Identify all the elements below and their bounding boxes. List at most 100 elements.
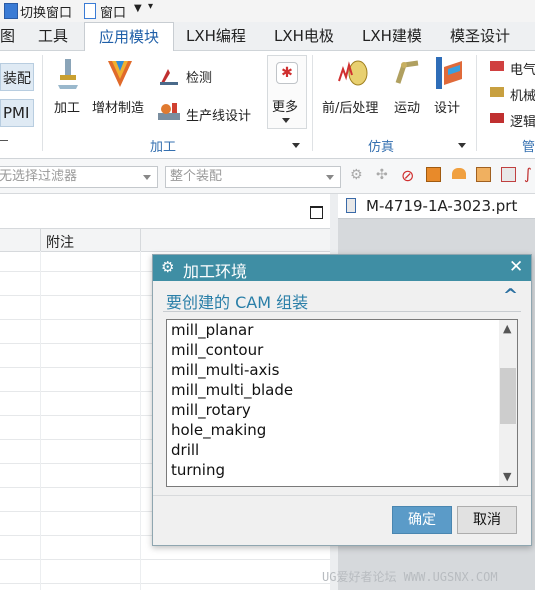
scroll-up-icon[interactable]: ▲ (503, 322, 511, 335)
body-icon[interactable] (476, 167, 491, 182)
tab-tools[interactable]: 工具 (38, 22, 74, 50)
title-strip: 切换窗口 窗口 ▼ ▾ (0, 0, 535, 22)
more-icon: ✱ (276, 62, 298, 84)
cam-setup-list[interactable]: mill_planar mill_contour mill_multi-axis… (166, 319, 518, 487)
column-divider (140, 229, 141, 251)
switch-window-button[interactable]: 切换窗口 (20, 2, 72, 21)
production-line-icon (158, 101, 180, 121)
close-icon[interactable]: ✕ (509, 257, 523, 277)
window-menu-button[interactable]: 窗口 (100, 2, 126, 21)
pmi-button[interactable]: PMI (0, 99, 34, 127)
list-item[interactable]: drill (171, 441, 199, 459)
maximize-icon[interactable] (310, 206, 323, 219)
prepost-button[interactable]: 前/后处理 (322, 97, 378, 116)
tab-mold-design[interactable]: 模圣设计 (450, 22, 520, 50)
group-machining-dropdown-icon[interactable] (292, 143, 300, 148)
tab-lxh-programming[interactable]: LXH编程 (186, 22, 256, 50)
inspect-button[interactable]: 检测 (186, 67, 212, 86)
more-button[interactable]: ✱ 更多 (267, 55, 307, 129)
ribbon-separator (476, 55, 477, 151)
table-row (0, 563, 330, 584)
more-label: 更多 (272, 100, 299, 115)
footer-divider (153, 495, 531, 496)
tab-application[interactable]: 应用模块 (84, 22, 174, 52)
chevron-down-icon[interactable]: ▼ (134, 3, 142, 14)
design-button[interactable]: 设计 (434, 97, 460, 116)
file-tab-label: M-4719-1A-3023.prt (366, 197, 518, 215)
snap-icon[interactable]: ⚙ (350, 167, 363, 183)
design-icon (434, 57, 464, 89)
electrical-icon (490, 61, 504, 71)
type-filter-value: 无选择过滤器 (0, 169, 78, 184)
snap-point-icon[interactable]: ✣ (376, 167, 388, 183)
list-item[interactable]: mill_multi-axis (171, 361, 279, 379)
list-item[interactable]: mill_contour (171, 341, 263, 359)
section-divider (163, 311, 521, 312)
scroll-thumb[interactable] (500, 368, 516, 424)
expand-icon[interactable] (0, 140, 8, 141)
section-title[interactable]: 要创建的 CAM 组装 (166, 289, 308, 313)
chevron-down-icon (143, 175, 151, 180)
face-icon[interactable] (452, 168, 466, 179)
assembly-button[interactable]: 装配 (0, 63, 34, 91)
type-filter-select[interactable]: 无选择过滤器 (0, 166, 158, 188)
window-icon (4, 3, 18, 19)
scope-filter-select[interactable]: 整个装配 (165, 166, 341, 188)
component-icon[interactable] (501, 167, 516, 182)
prepost-icon (338, 59, 368, 87)
additive-button[interactable]: 增材制造 (92, 97, 144, 116)
motion-button[interactable]: 运动 (394, 97, 420, 116)
logic-button[interactable]: 逻辑 (510, 111, 535, 130)
part-file-icon (346, 198, 356, 213)
file-tab[interactable]: M-4719-1A-3023.prt (338, 194, 535, 219)
production-line-button[interactable]: 生产线设计 (186, 105, 251, 124)
collapse-icon[interactable]: ^ (503, 285, 518, 306)
list-item[interactable]: mill_planar (171, 321, 253, 339)
column-note-header[interactable]: 附注 (46, 232, 74, 252)
machining-button[interactable]: 加工 (54, 97, 80, 116)
list-scrollbar[interactable]: ▲ ▼ (499, 320, 517, 486)
list-item[interactable]: hole_making (171, 421, 266, 439)
menu-bar: 图 工具 应用模块 LXH编程 LXH电极 LXH建模 模圣设计 (0, 22, 535, 52)
motion-icon (394, 59, 422, 87)
ribbon: 装配 PMI 加工 增材制造 检测 生产线设计 ✱ 更多 加工 前/后处理 运动… (0, 51, 535, 159)
tab-view[interactable]: 图 (0, 22, 16, 50)
selection-bar: 无选择过滤器 整个装配 ⚙ ✣ ⊘ ∫ (0, 159, 535, 194)
dialog-title-bar[interactable]: ⚙ 加工环境 ✕ (153, 255, 531, 281)
electrical-button[interactable]: 电气 (510, 59, 535, 78)
tab-lxh-modeling[interactable]: LXH建模 (362, 22, 432, 50)
column-divider (40, 251, 41, 590)
ok-button[interactable]: 确定 (392, 506, 452, 534)
ribbon-separator (42, 55, 43, 151)
group-simulation-label: 仿真 (368, 140, 395, 155)
mechanical-button[interactable]: 机械 (510, 85, 535, 104)
machining-icon (56, 59, 80, 89)
window-menu-icon (84, 3, 96, 19)
column-divider (140, 251, 141, 590)
chevron-down-icon (326, 175, 334, 180)
curve-icon[interactable]: ∫ (524, 165, 532, 183)
additive-icon (106, 57, 134, 89)
group-machining-label: 加工 (150, 140, 177, 155)
cancel-button[interactable]: 取消 (457, 506, 517, 534)
scope-filter-value: 整个装配 (170, 169, 223, 184)
inspect-icon (158, 65, 180, 85)
group-simulation-dropdown-icon[interactable] (458, 143, 466, 148)
list-item[interactable]: mill_rotary (171, 401, 251, 419)
customize-icon[interactable]: ▾ (148, 1, 153, 12)
logic-icon (490, 113, 504, 123)
no-filter-icon[interactable]: ⊘ (401, 166, 414, 185)
column-divider (40, 229, 41, 251)
pmi-label: PMI (3, 104, 30, 122)
list-item[interactable]: turning (171, 461, 225, 479)
watermark: UG爱好者论坛 WWW.UGSNX.COM (322, 570, 498, 584)
assembly-label: 装配 (3, 71, 31, 87)
dialog-title: 加工环境 (183, 262, 248, 281)
more-dropdown-icon (282, 118, 290, 123)
solid-icon[interactable] (426, 167, 441, 182)
group-partial-label: 管 (522, 140, 535, 155)
scroll-down-icon[interactable]: ▼ (503, 470, 511, 483)
list-item[interactable]: mill_multi_blade (171, 381, 293, 399)
machining-environment-dialog: ⚙ 加工环境 ✕ 要创建的 CAM 组装 ^ mill_planar mill_… (152, 254, 532, 546)
tab-lxh-electrode[interactable]: LXH电极 (274, 22, 344, 50)
